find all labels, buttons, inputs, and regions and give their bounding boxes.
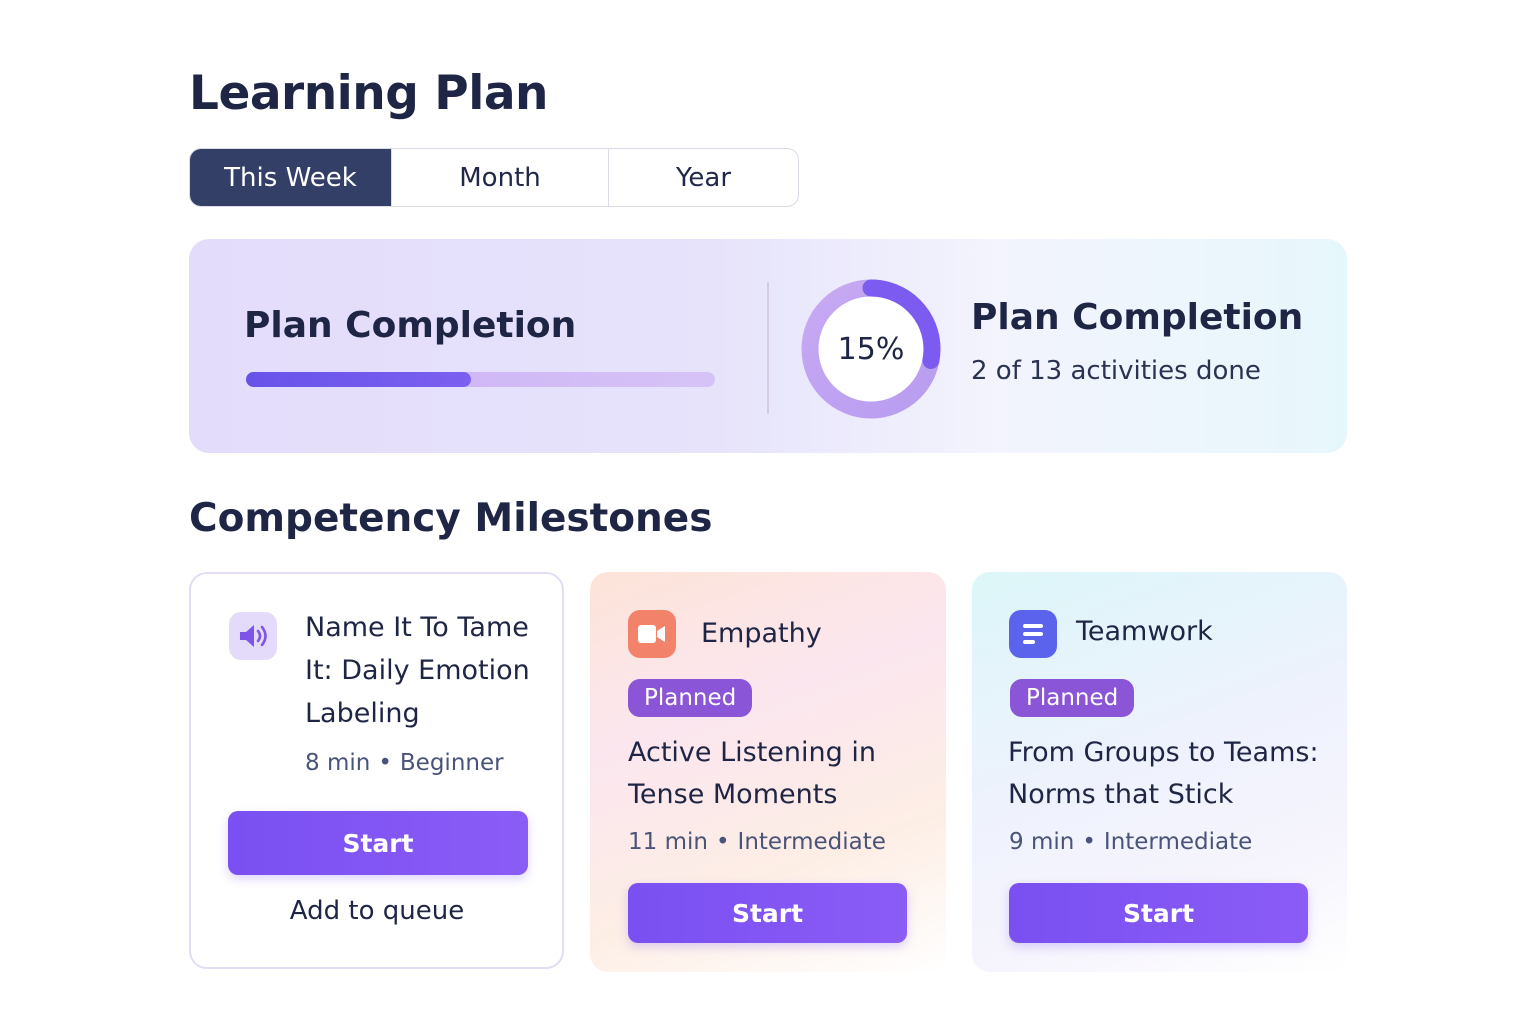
duration-text: 9 min (1009, 829, 1075, 855)
meta-separator: • (378, 750, 392, 776)
card-title-line: Name It To Tame (305, 612, 529, 643)
period-tabs: This Week Month Year (189, 148, 799, 207)
card-meta: 8 min • Beginner (305, 750, 504, 776)
divider (767, 282, 769, 414)
page-title: Learning Plan (189, 66, 549, 121)
plan-completion-card: Plan Completion 15% Plan Completion 2 of… (189, 239, 1347, 453)
start-button[interactable]: Start (628, 883, 907, 943)
card-title-line: Active Listening in (628, 737, 876, 768)
speaker-icon (229, 612, 277, 660)
card-title: From Groups to Teams: Norms that Stick (1008, 732, 1338, 816)
document-list-icon (1009, 610, 1057, 658)
card-title-line: Tense Moments (628, 779, 838, 810)
card-title-line: Norms that Stick (1008, 779, 1234, 810)
video-camera-icon (628, 610, 676, 658)
card-title-line: It: Daily Emotion (305, 655, 530, 686)
card-title: Name It To Tame It: Daily Emotion Labeli… (305, 606, 555, 735)
card-category: Empathy (701, 618, 822, 649)
card-category: Teamwork (1076, 616, 1213, 647)
status-badge: Planned (628, 679, 753, 717)
card-meta: 11 min • Intermediate (628, 829, 886, 855)
plan-progress-bar (246, 372, 715, 387)
level-text: Intermediate (1103, 829, 1253, 855)
duration-text: 8 min (305, 750, 371, 776)
start-button[interactable]: Start (228, 811, 528, 875)
card-title-line: From Groups to Teams: (1008, 737, 1319, 768)
activities-done-text: 2 of 13 activities done (971, 356, 1261, 386)
status-badge: Planned (1010, 679, 1135, 717)
start-button[interactable]: Start (1009, 883, 1308, 943)
tab-this-week[interactable]: This Week (190, 149, 392, 206)
section-title-milestones: Competency Milestones (189, 496, 713, 541)
plan-progress-fill (246, 372, 472, 387)
level-text: Intermediate (737, 829, 886, 855)
milestone-card-empathy: Empathy Planned Active Listening in Tens… (590, 572, 946, 972)
meta-separator: • (715, 829, 730, 855)
plan-completion-title: Plan Completion (971, 297, 1304, 338)
card-meta: 9 min • Intermediate (1009, 829, 1252, 855)
add-to-queue-link[interactable]: Add to queue (227, 896, 527, 926)
tab-month[interactable]: Month (392, 149, 609, 206)
duration-text: 11 min (628, 829, 708, 855)
tab-year[interactable]: Year (609, 149, 798, 206)
milestone-card-teamwork: Teamwork Planned From Groups to Teams: N… (972, 572, 1347, 972)
plan-completion-heading: Plan Completion (244, 305, 577, 346)
milestone-card-emotion-labeling: Name It To Tame It: Daily Emotion Labeli… (189, 572, 564, 969)
level-text: Beginner (399, 750, 504, 776)
card-title: Active Listening in Tense Moments (628, 732, 928, 816)
meta-separator: • (1082, 829, 1096, 855)
card-title-line: Labeling (305, 698, 420, 729)
completion-percent: 15% (837, 331, 905, 367)
